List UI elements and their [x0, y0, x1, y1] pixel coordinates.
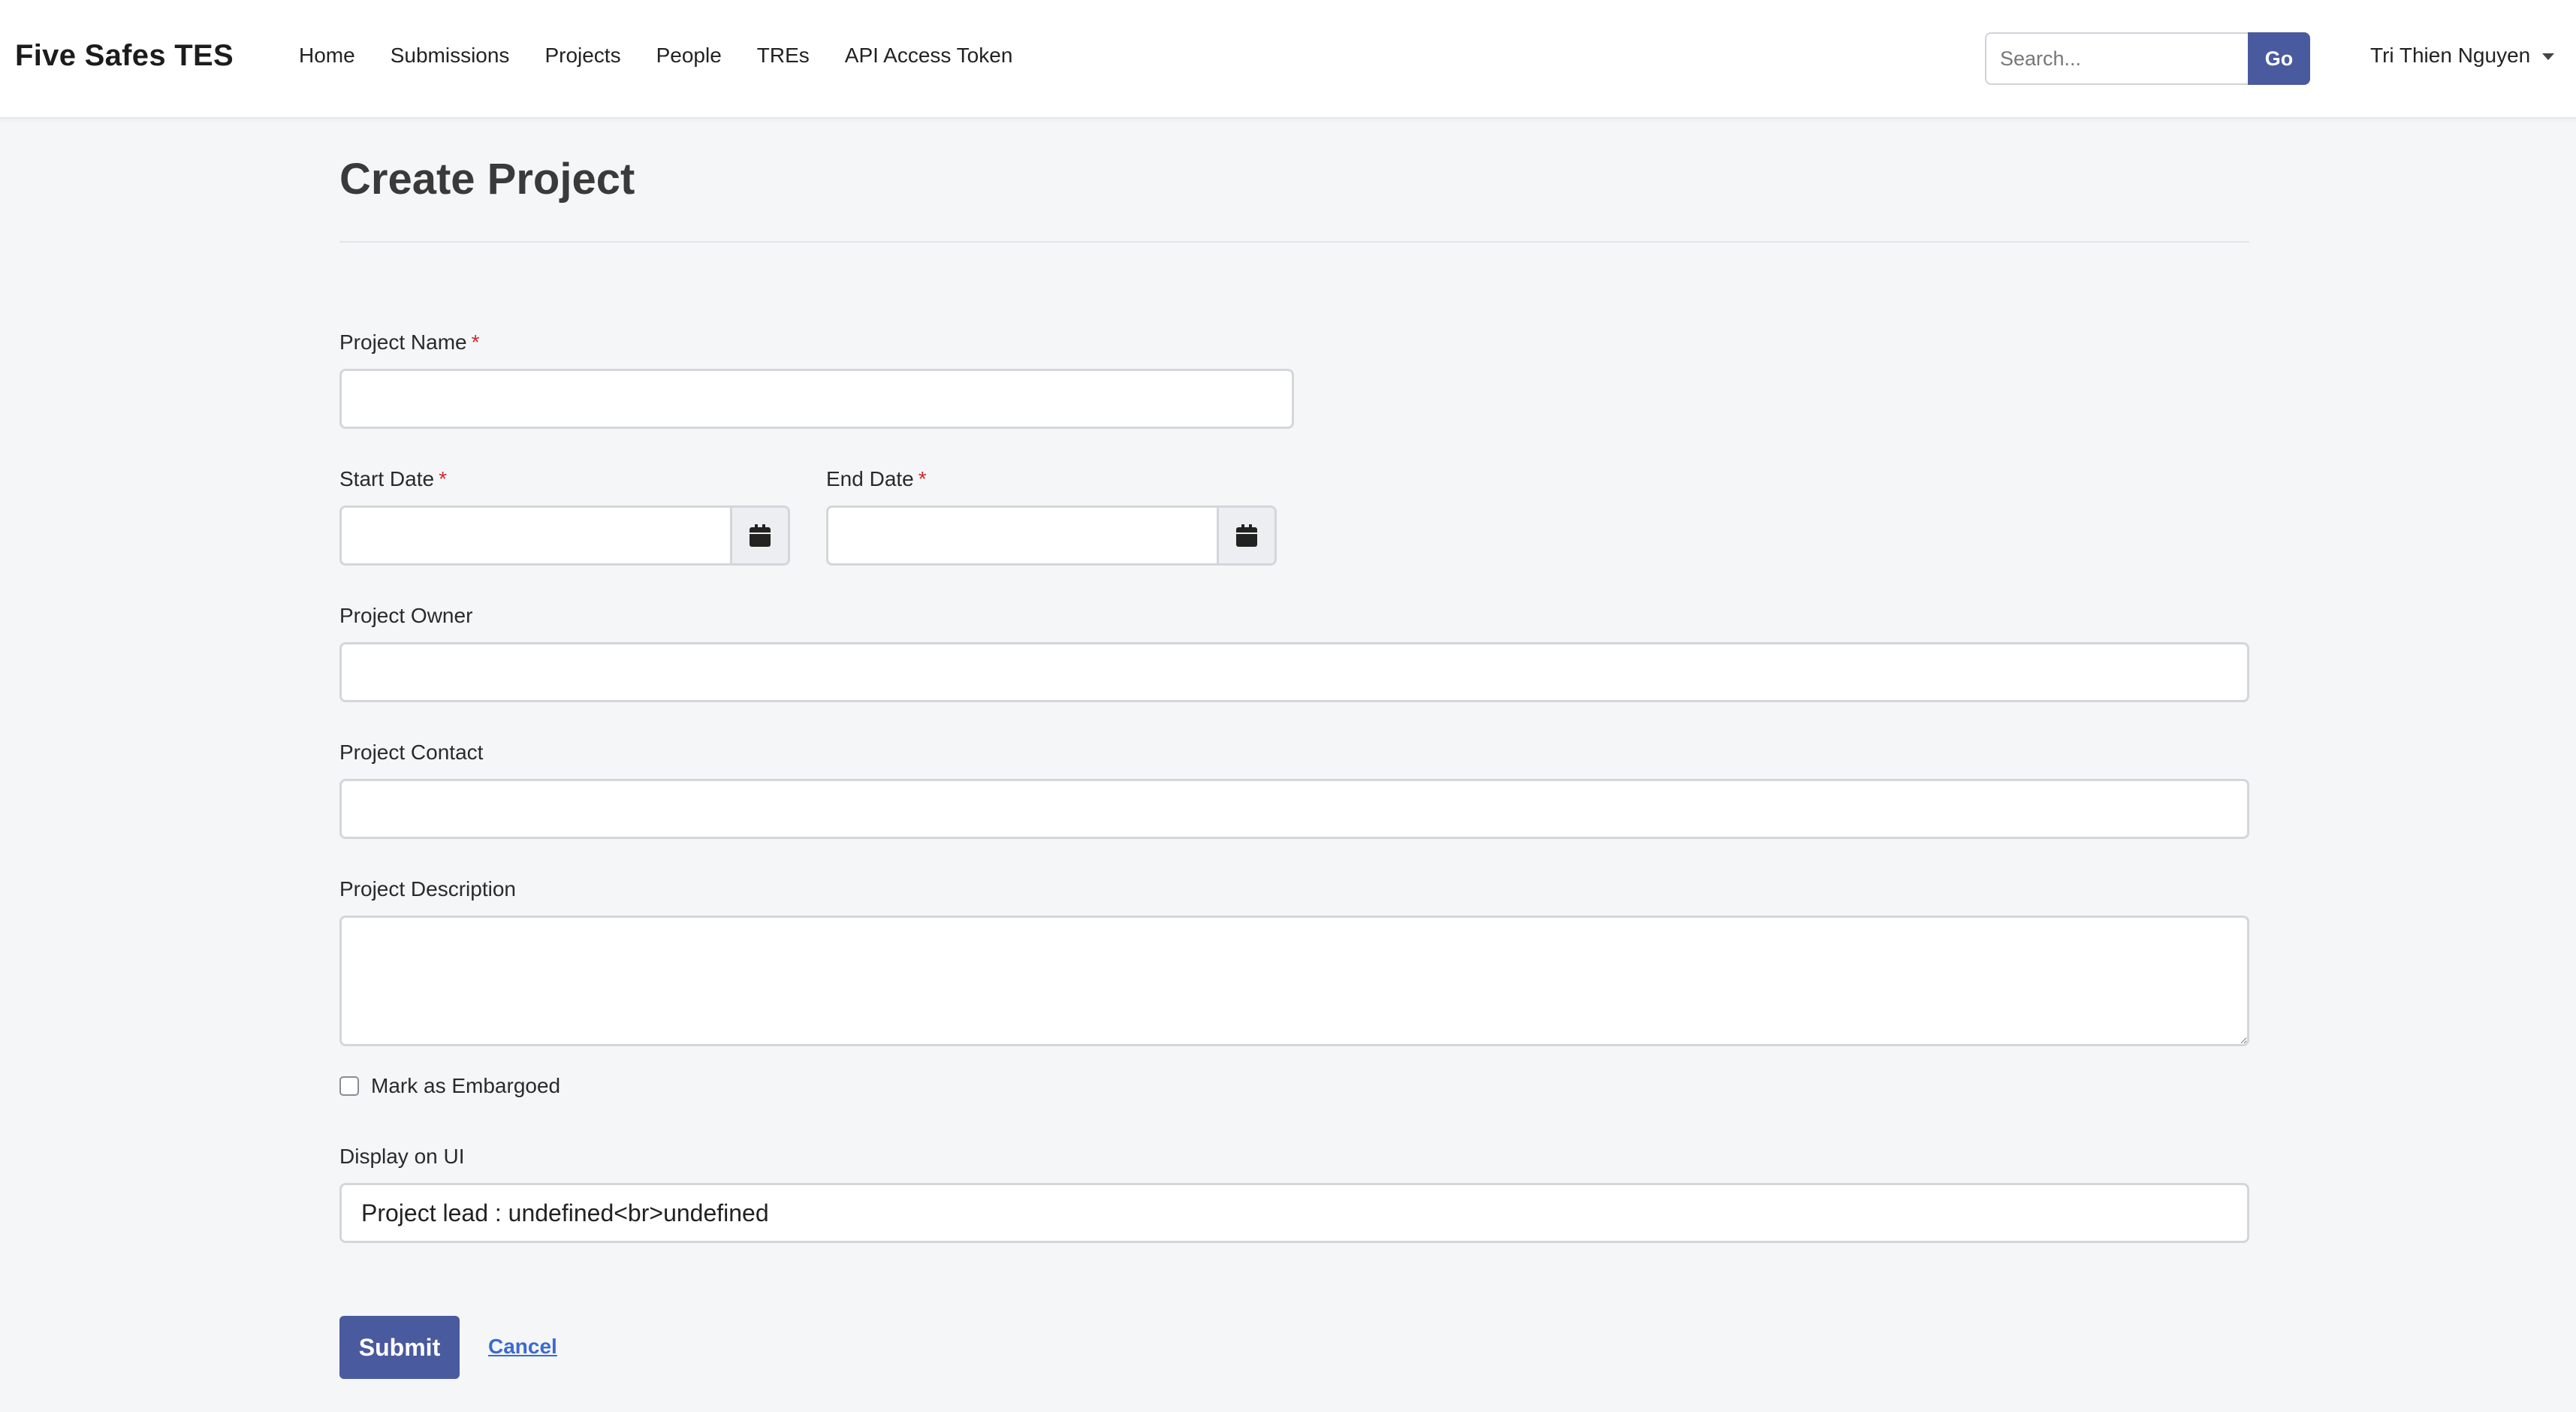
nav-link-tres[interactable]: TREs [757, 44, 810, 68]
start-date-label-text: Start Date [339, 467, 435, 490]
project-contact-label: Project Contact [339, 741, 484, 764]
nav-link-projects[interactable]: Projects [544, 44, 620, 68]
required-marker: * [918, 467, 927, 490]
start-date-calendar-button[interactable] [730, 505, 790, 566]
project-name-label-text: Project Name [339, 330, 467, 354]
project-description-textarea[interactable] [339, 916, 2249, 1046]
caret-down-icon [2542, 53, 2555, 60]
nav-link-submissions[interactable]: Submissions [391, 44, 510, 68]
required-marker: * [471, 330, 480, 354]
calendar-icon [750, 524, 771, 547]
page-title: Create Project [339, 155, 635, 204]
start-date-group [339, 505, 790, 566]
project-name-input[interactable] [339, 369, 1294, 429]
title-divider [339, 241, 2249, 243]
nav-link-api-access-token[interactable]: API Access Token [845, 44, 1013, 68]
project-contact-input[interactable] [339, 779, 2249, 839]
submit-button[interactable]: Submit [339, 1316, 460, 1379]
top-navbar: Five Safes TES Home Submissions Projects… [0, 0, 2576, 119]
display-on-ui-input[interactable] [339, 1183, 2249, 1243]
cancel-link[interactable]: Cancel [488, 1335, 557, 1359]
user-menu-dropdown[interactable]: Tri Thien Nguyen [2370, 44, 2555, 68]
calendar-icon [1236, 524, 1257, 547]
project-owner-input[interactable] [339, 642, 2249, 702]
embargoed-checkbox-label: Mark as Embargoed [371, 1074, 561, 1097]
project-description-label: Project Description [339, 877, 516, 901]
end-date-label-text: End Date [826, 467, 914, 490]
search-input[interactable] [1985, 32, 2248, 85]
project-name-label: Project Name * [339, 330, 480, 355]
start-date-input[interactable] [339, 505, 730, 566]
required-marker: * [439, 467, 447, 490]
main-nav: Home Submissions Projects People TREs AP… [299, 44, 1048, 68]
end-date-label: End Date * [826, 467, 927, 491]
embargoed-checkbox-row[interactable]: Mark as Embargoed [339, 1074, 560, 1098]
brand-logo-text[interactable]: Five Safes TES [15, 39, 234, 73]
display-on-ui-label: Display on UI [339, 1145, 465, 1168]
nav-link-home[interactable]: Home [299, 44, 355, 68]
embargoed-checkbox[interactable] [339, 1076, 359, 1096]
end-date-calendar-button[interactable] [1217, 505, 1277, 566]
end-date-group [826, 505, 1277, 566]
search-form: Go [1985, 32, 2310, 85]
end-date-input[interactable] [826, 505, 1217, 566]
search-go-button[interactable]: Go [2248, 32, 2310, 85]
user-name: Tri Thien Nguyen [2370, 44, 2531, 67]
start-date-label: Start Date * [339, 467, 447, 491]
project-owner-label: Project Owner [339, 604, 473, 627]
nav-link-people[interactable]: People [656, 44, 722, 68]
